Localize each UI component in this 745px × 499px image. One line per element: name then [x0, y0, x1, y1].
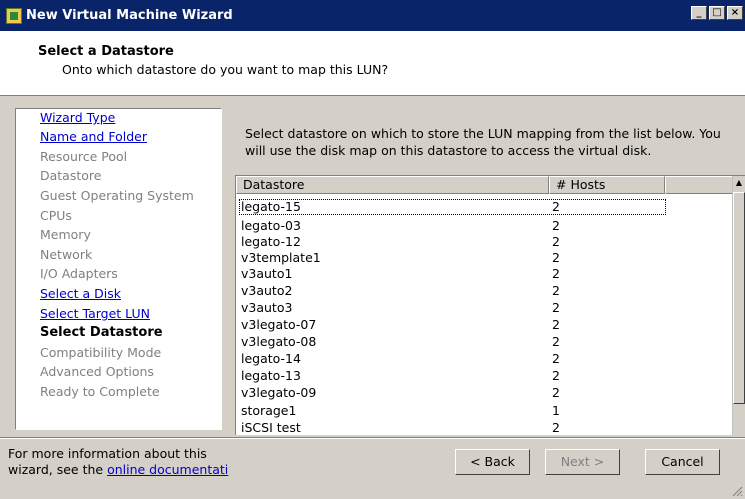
table-row[interactable]: legato-15 2: [236, 199, 733, 215]
host-count: 2: [552, 199, 560, 214]
host-count: 2: [552, 234, 560, 249]
scroll-thumb[interactable]: [733, 192, 745, 404]
host-count: 2: [552, 334, 560, 349]
minimize-button[interactable]: _: [691, 6, 707, 20]
scroll-up-arrow-icon[interactable]: ▲: [733, 176, 745, 190]
column-header-hosts[interactable]: # Hosts: [549, 176, 665, 194]
table-row[interactable]: v3legato-08 2: [236, 334, 733, 350]
datastore-name: legato-13: [241, 368, 301, 383]
host-count: 2: [552, 368, 560, 383]
host-count: 2: [552, 283, 560, 298]
window-controls: _ □ ×: [689, 6, 743, 20]
datastore-name: v3legato-09: [241, 385, 317, 400]
table-row[interactable]: v3auto1 2: [236, 266, 733, 282]
title-bar[interactable]: New Virtual Machine Wizard _ □ ×: [0, 0, 745, 31]
datastore-name: legato-12: [241, 234, 301, 249]
step-compatibility-mode: Compatibility Mode: [40, 345, 162, 360]
host-count: 2: [552, 300, 560, 315]
table-row[interactable]: v3auto3 2: [236, 300, 733, 316]
page-subtitle: Onto which datastore do you want to map …: [62, 62, 389, 77]
table-row[interactable]: legato-13 2: [236, 368, 733, 384]
footer-divider: [0, 437, 745, 439]
resize-grip-icon[interactable]: [731, 485, 743, 497]
table-row[interactable]: legato-03 2: [236, 218, 733, 234]
wizard-header: Select a Datastore Onto which datastore …: [0, 31, 745, 96]
column-header-datastore[interactable]: Datastore: [236, 176, 549, 194]
table-row[interactable]: v3template1 2: [236, 250, 733, 266]
datastore-name: iSCSI test: [241, 420, 301, 435]
close-button[interactable]: ×: [727, 6, 743, 20]
instructions-text: Select datastore on which to store the L…: [245, 126, 721, 158]
step-resource-pool: Resource Pool: [40, 149, 128, 164]
help-text-prefix: wizard, see the: [8, 462, 108, 477]
vertical-scrollbar[interactable]: ▲: [732, 176, 745, 435]
wizard-window: New Virtual Machine Wizard _ □ × Select …: [0, 0, 745, 499]
step-select-target-lun[interactable]: Select Target LUN: [40, 306, 150, 321]
datastore-name: v3auto1: [241, 266, 293, 281]
host-count: 2: [552, 385, 560, 400]
table-row[interactable]: v3legato-09 2: [236, 385, 733, 401]
table-row[interactable]: legato-14 2: [236, 351, 733, 367]
datastore-name: legato-15: [241, 199, 301, 214]
help-text-line1: For more information about this: [8, 446, 207, 461]
datastore-name: v3auto3: [241, 300, 293, 315]
host-count: 1: [552, 403, 560, 418]
step-cpus: CPUs: [40, 208, 72, 223]
next-button[interactable]: Next >: [545, 449, 620, 475]
page-title: Select a Datastore: [38, 44, 174, 59]
datastore-name: legato-14: [241, 351, 301, 366]
help-text-line2: wizard, see the online documentati: [8, 462, 228, 478]
back-button[interactable]: < Back: [455, 449, 530, 475]
step-io-adapters: I/O Adapters: [40, 266, 118, 281]
datastore-list[interactable]: Datastore # Hosts legato-15 2 legato-03 2 …: [235, 175, 745, 435]
datastore-name: v3template1: [241, 250, 321, 265]
step-name-and-folder[interactable]: Name and Folder: [40, 129, 147, 144]
step-wizard-type[interactable]: Wizard Type: [40, 110, 115, 125]
datastore-name: legato-03: [241, 218, 301, 233]
datastore-name: v3legato-07: [241, 317, 317, 332]
step-select-a-disk[interactable]: Select a Disk: [40, 286, 121, 301]
step-memory: Memory: [40, 227, 91, 242]
step-ready-to-complete: Ready to Complete: [40, 384, 160, 399]
table-row[interactable]: iSCSI test 2: [236, 420, 733, 435]
help-text: For more information about this wizard, …: [8, 446, 228, 478]
maximize-button[interactable]: □: [709, 6, 725, 20]
host-count: 2: [552, 266, 560, 281]
host-count: 2: [552, 351, 560, 366]
step-network: Network: [40, 247, 93, 262]
step-select-datastore: Select Datastore: [40, 325, 163, 340]
step-advanced-options: Advanced Options: [40, 364, 154, 379]
step-guest-os: Guest Operating System: [40, 188, 194, 203]
table-row[interactable]: v3auto2 2: [236, 283, 733, 299]
datastore-name: v3auto2: [241, 283, 293, 298]
table-row[interactable]: legato-12 2: [236, 234, 733, 250]
step-datastore: Datastore: [40, 168, 102, 183]
vm-app-icon: [6, 7, 22, 24]
online-documentation-link[interactable]: online documentati: [107, 462, 228, 477]
column-header-empty[interactable]: [665, 176, 733, 194]
table-row[interactable]: v3legato-07 2: [236, 317, 733, 333]
datastore-name: v3legato-08: [241, 334, 317, 349]
wizard-steps-panel: Wizard Type Name and Folder Resource Poo…: [15, 108, 222, 430]
datastore-name: storage1: [241, 403, 297, 418]
host-count: 2: [552, 250, 560, 265]
host-count: 2: [552, 317, 560, 332]
table-row[interactable]: storage1 1: [236, 403, 733, 419]
host-count: 2: [552, 420, 560, 435]
window-title: New Virtual Machine Wizard: [26, 8, 233, 23]
host-count: 2: [552, 218, 560, 233]
cancel-button[interactable]: Cancel: [645, 449, 720, 475]
